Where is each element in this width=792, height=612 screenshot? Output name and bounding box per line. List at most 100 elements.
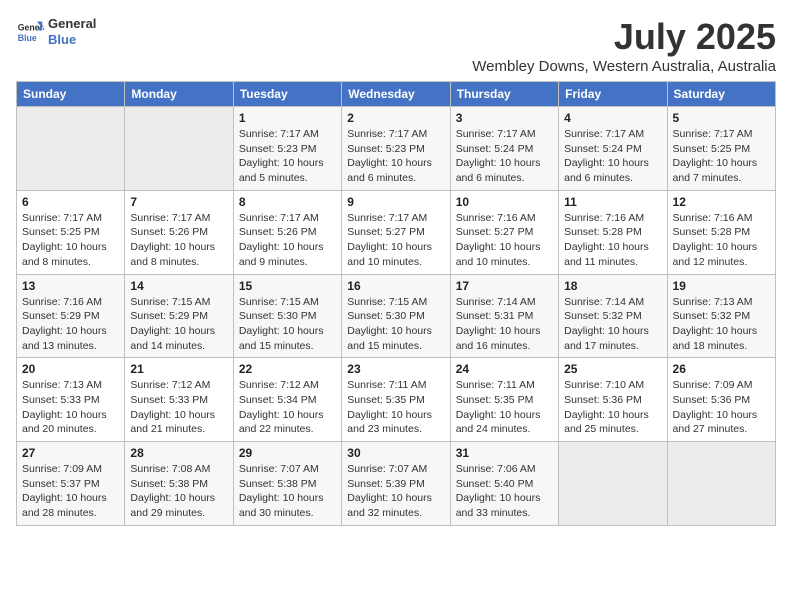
day-info: Sunrise: 7:06 AM Sunset: 5:40 PM Dayligh… — [456, 462, 553, 521]
calendar-cell: 22Sunrise: 7:12 AM Sunset: 5:34 PM Dayli… — [233, 358, 341, 442]
day-info: Sunrise: 7:17 AM Sunset: 5:25 PM Dayligh… — [22, 211, 119, 270]
day-number: 17 — [456, 279, 553, 293]
day-info: Sunrise: 7:14 AM Sunset: 5:31 PM Dayligh… — [456, 295, 553, 354]
calendar-cell: 24 Sunrise: 7:11 AM Sunset: 5:35 PM Dayli… — [450, 358, 558, 442]
calendar-cell: 20 Sunrise: 7:13 AM Sunset: 5:33 PM Dayli… — [17, 358, 125, 442]
calendar-cell: 19 Sunrise: 7:13 AM Sunset: 5:32 PM Dayli… — [667, 274, 775, 358]
calendar-cell — [17, 107, 125, 191]
day-number: 12 — [673, 195, 770, 209]
day-number: 8 — [239, 195, 336, 209]
day-info: Sunrise: 7:11 AM Sunset: 5:35 PM Dayligh… — [347, 378, 444, 437]
day-info: Sunrise: 7:13 AM Sunset: 5:33 PM Dayligh… — [22, 378, 119, 437]
day-number: 31 — [456, 446, 553, 460]
calendar-week-4: 20 Sunrise: 7:13 AM Sunset: 5:33 PM Dayli… — [17, 358, 776, 442]
calendar-cell: 9 Sunrise: 7:17 AM Sunset: 5:27 PM Daylig… — [342, 190, 450, 274]
day-number: 21 — [130, 362, 227, 376]
day-info: Sunrise: 7:17 AM Sunset: 5:24 PM Dayligh… — [456, 127, 553, 186]
day-info: Sunrise: 7:12 AM Sunset: 5:34 PM Dayligh… — [239, 378, 336, 437]
day-number: 16 — [347, 279, 444, 293]
day-number: 6 — [22, 195, 119, 209]
day-number: 1 — [239, 111, 336, 125]
day-info: Sunrise: 7:17 AM Sunset: 5:27 PM Dayligh… — [347, 211, 444, 270]
calendar-cell: 7 Sunrise: 7:17 AM Sunset: 5:26 PM Daylig… — [125, 190, 233, 274]
day-number: 15 — [239, 279, 336, 293]
day-number: 9 — [347, 195, 444, 209]
day-number: 7 — [130, 195, 227, 209]
day-number: 10 — [456, 195, 553, 209]
logo-text-line1: General — [48, 16, 96, 32]
logo-text-line2: Blue — [48, 32, 96, 48]
calendar-cell: 13Sunrise: 7:16 AM Sunset: 5:29 PM Dayli… — [17, 274, 125, 358]
day-number: 24 — [456, 362, 553, 376]
day-number: 4 — [564, 111, 661, 125]
calendar-cell: 16Sunrise: 7:15 AM Sunset: 5:30 PM Dayli… — [342, 274, 450, 358]
calendar-cell: 8 Sunrise: 7:17 AM Sunset: 5:26 PM Daylig… — [233, 190, 341, 274]
logo-icon: General Blue — [16, 18, 44, 46]
day-info: Sunrise: 7:11 AM Sunset: 5:35 PM Dayligh… — [456, 378, 553, 437]
day-number: 30 — [347, 446, 444, 460]
day-number: 28 — [130, 446, 227, 460]
day-info: Sunrise: 7:12 AM Sunset: 5:33 PM Dayligh… — [130, 378, 227, 437]
day-number: 20 — [22, 362, 119, 376]
calendar-cell — [559, 442, 667, 526]
weekday-header-row: SundayMondayTuesdayWednesdayThursdayFrid… — [17, 82, 776, 107]
calendar-cell: 25Sunrise: 7:10 AM Sunset: 5:36 PM Dayli… — [559, 358, 667, 442]
day-number: 14 — [130, 279, 227, 293]
calendar-week-2: 6 Sunrise: 7:17 AM Sunset: 5:25 PM Daylig… — [17, 190, 776, 274]
day-number: 11 — [564, 195, 661, 209]
day-number: 5 — [673, 111, 770, 125]
calendar-cell: 27 Sunrise: 7:09 AM Sunset: 5:37 PM Dayli… — [17, 442, 125, 526]
calendar-cell: 10 Sunrise: 7:16 AM Sunset: 5:27 PM Dayli… — [450, 190, 558, 274]
weekday-header-monday: Monday — [125, 82, 233, 107]
calendar-cell: 12 Sunrise: 7:16 AM Sunset: 5:28 PM Dayli… — [667, 190, 775, 274]
calendar-cell: 3Sunrise: 7:17 AM Sunset: 5:24 PM Daylig… — [450, 107, 558, 191]
day-info: Sunrise: 7:07 AM Sunset: 5:39 PM Dayligh… — [347, 462, 444, 521]
weekday-header-thursday: Thursday — [450, 82, 558, 107]
calendar-cell: 26Sunrise: 7:09 AM Sunset: 5:36 PM Dayli… — [667, 358, 775, 442]
calendar-cell: 14Sunrise: 7:15 AM Sunset: 5:29 PM Dayli… — [125, 274, 233, 358]
day-info: Sunrise: 7:14 AM Sunset: 5:32 PM Dayligh… — [564, 295, 661, 354]
calendar-cell — [125, 107, 233, 191]
day-info: Sunrise: 7:17 AM Sunset: 5:24 PM Dayligh… — [564, 127, 661, 186]
day-info: Sunrise: 7:16 AM Sunset: 5:28 PM Dayligh… — [564, 211, 661, 270]
svg-text:Blue: Blue — [18, 32, 37, 42]
day-info: Sunrise: 7:17 AM Sunset: 5:23 PM Dayligh… — [239, 127, 336, 186]
calendar-cell: 18 Sunrise: 7:14 AM Sunset: 5:32 PM Dayli… — [559, 274, 667, 358]
calendar-cell: 30 Sunrise: 7:07 AM Sunset: 5:39 PM Dayli… — [342, 442, 450, 526]
calendar-cell: 23Sunrise: 7:11 AM Sunset: 5:35 PM Dayli… — [342, 358, 450, 442]
day-number: 18 — [564, 279, 661, 293]
location-title: Wembley Downs, Western Australia, Austra… — [472, 58, 776, 75]
calendar-cell: 31 Sunrise: 7:06 AM Sunset: 5:40 PM Dayli… — [450, 442, 558, 526]
day-number: 2 — [347, 111, 444, 125]
calendar-cell: 11 Sunrise: 7:16 AM Sunset: 5:28 PM Dayli… — [559, 190, 667, 274]
day-info: Sunrise: 7:16 AM Sunset: 5:28 PM Dayligh… — [673, 211, 770, 270]
title-block: July 2025 Wembley Downs, Western Austral… — [472, 16, 776, 75]
day-info: Sunrise: 7:17 AM Sunset: 5:26 PM Dayligh… — [239, 211, 336, 270]
calendar-cell: 5 Sunrise: 7:17 AM Sunset: 5:25 PM Daylig… — [667, 107, 775, 191]
day-info: Sunrise: 7:17 AM Sunset: 5:26 PM Dayligh… — [130, 211, 227, 270]
day-number: 29 — [239, 446, 336, 460]
day-info: Sunrise: 7:17 AM Sunset: 5:25 PM Dayligh… — [673, 127, 770, 186]
calendar-cell: 15Sunrise: 7:15 AM Sunset: 5:30 PM Dayli… — [233, 274, 341, 358]
calendar-cell — [667, 442, 775, 526]
calendar-week-3: 13Sunrise: 7:16 AM Sunset: 5:29 PM Dayli… — [17, 274, 776, 358]
day-info: Sunrise: 7:10 AM Sunset: 5:36 PM Dayligh… — [564, 378, 661, 437]
weekday-header-wednesday: Wednesday — [342, 82, 450, 107]
calendar-week-1: 1 Sunrise: 7:17 AM Sunset: 5:23 PM Daylig… — [17, 107, 776, 191]
weekday-header-tuesday: Tuesday — [233, 82, 341, 107]
weekday-header-sunday: Sunday — [17, 82, 125, 107]
day-info: Sunrise: 7:16 AM Sunset: 5:27 PM Dayligh… — [456, 211, 553, 270]
calendar-cell: 1 Sunrise: 7:17 AM Sunset: 5:23 PM Daylig… — [233, 107, 341, 191]
day-info: Sunrise: 7:09 AM Sunset: 5:37 PM Dayligh… — [22, 462, 119, 521]
logo: General Blue General Blue — [16, 16, 96, 47]
day-number: 19 — [673, 279, 770, 293]
day-info: Sunrise: 7:13 AM Sunset: 5:32 PM Dayligh… — [673, 295, 770, 354]
day-number: 27 — [22, 446, 119, 460]
calendar-cell: 28Sunrise: 7:08 AM Sunset: 5:38 PM Dayli… — [125, 442, 233, 526]
calendar-cell: 17 Sunrise: 7:14 AM Sunset: 5:31 PM Dayli… — [450, 274, 558, 358]
month-title: July 2025 — [472, 16, 776, 58]
day-number: 26 — [673, 362, 770, 376]
calendar-week-5: 27 Sunrise: 7:09 AM Sunset: 5:37 PM Dayli… — [17, 442, 776, 526]
calendar-body: 1 Sunrise: 7:17 AM Sunset: 5:23 PM Daylig… — [17, 107, 776, 526]
calendar-cell: 4 Sunrise: 7:17 AM Sunset: 5:24 PM Daylig… — [559, 107, 667, 191]
